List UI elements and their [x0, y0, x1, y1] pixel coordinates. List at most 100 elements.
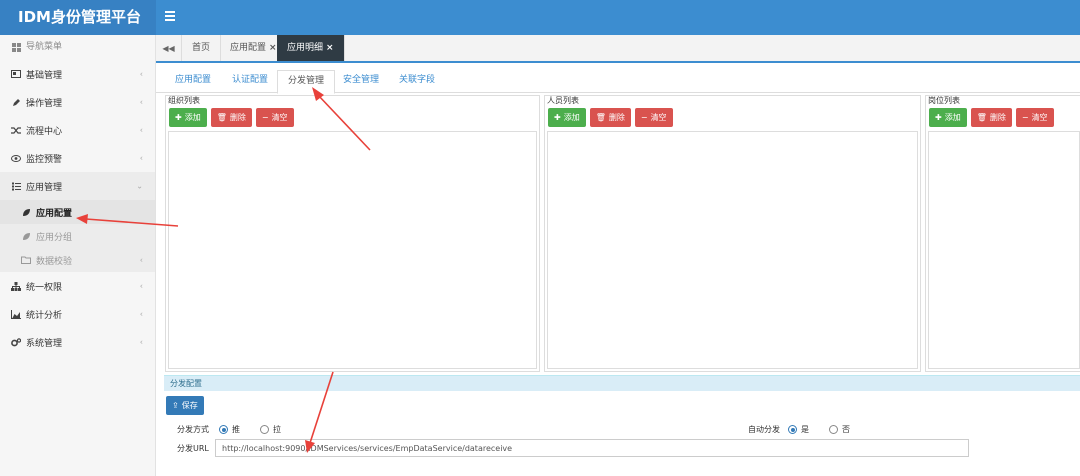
position-list-panel: 岗位列表 ✚ 添加 🗑 删除 − 清空: [925, 95, 1080, 372]
nav-header: 导航菜单: [0, 35, 155, 60]
save-button[interactable]: ⇪ 保存: [166, 396, 204, 415]
list-icon: [10, 180, 22, 192]
sidebar-item-label: 系统管理: [26, 338, 63, 349]
sidebar-subitem-app-group[interactable]: 应用分组: [0, 224, 155, 248]
sidebar-item-label: 统计分析: [26, 310, 63, 321]
add-button-label: 添加: [944, 113, 961, 122]
sidebar-item-label: 流程中心: [26, 126, 63, 137]
auto-distribution-label: 自动分发: [748, 425, 780, 434]
minus-icon: −: [640, 113, 648, 122]
user-list-panel: 人员列表 ✚ 添加 🗑 删除 − 清空: [544, 95, 921, 372]
clear-button-label: 清空: [650, 113, 667, 122]
org-list-box[interactable]: [168, 131, 537, 369]
sidebar-subitem-label: 应用分组: [36, 232, 73, 243]
distribution-url-label: 分发URL: [177, 444, 209, 453]
sidebar-item-basic[interactable]: 基础管理 ‹: [0, 60, 155, 88]
subtab-distribution[interactable]: 分发管理: [277, 70, 336, 94]
delete-button[interactable]: 🗑 删除: [210, 108, 252, 127]
sidebar-subitem-label: 应用配置: [36, 208, 73, 219]
gears-icon: [10, 336, 22, 348]
auto-yes-label: 是: [801, 425, 809, 434]
chevron-left-icon: ‹: [139, 281, 143, 291]
auto-yes-radio[interactable]: [788, 425, 797, 434]
area-chart-icon: [10, 308, 22, 320]
distribution-config-header: 分发配置: [164, 375, 1080, 391]
add-button[interactable]: ✚ 添加: [169, 108, 207, 127]
user-list-box[interactable]: [547, 131, 918, 369]
close-icon[interactable]: ×: [326, 43, 334, 53]
sidebar: 导航菜单 基础管理 ‹ 操作管理 ‹ 流程中心 ‹ 监控预警 ‹ 应用管理 ⌄ …: [0, 35, 156, 476]
shuffle-icon: [10, 124, 22, 136]
delete-button-label: 删除: [608, 113, 625, 122]
chevron-left-icon: ‹: [139, 255, 143, 265]
close-icon[interactable]: ×: [269, 43, 277, 53]
card-icon: [10, 68, 22, 80]
chevron-left-icon: ‹: [139, 309, 143, 319]
tab-label: 应用配置: [230, 43, 267, 53]
sitemap-icon: [10, 280, 22, 292]
subtab-related-fields[interactable]: 关联字段: [389, 70, 445, 93]
sidebar-item-app-management[interactable]: 应用管理 ⌄: [0, 172, 155, 200]
minus-icon: −: [261, 113, 269, 122]
trash-icon: 🗑: [216, 113, 227, 122]
sidebar-item-workflow[interactable]: 流程中心 ‹: [0, 116, 155, 144]
sidebar-item-permission[interactable]: 统一权限 ‹: [0, 272, 155, 300]
method-push-radio[interactable]: [219, 425, 228, 434]
chevron-left-icon: ‹: [139, 337, 143, 347]
sidebar-item-label: 应用管理: [26, 182, 63, 193]
chevron-left-icon: ‹: [139, 97, 143, 107]
subtab-app-config[interactable]: 应用配置: [165, 70, 221, 93]
clear-button[interactable]: − 清空: [1015, 108, 1054, 127]
sidebar-item-system[interactable]: 系统管理 ‹: [0, 328, 155, 356]
chevron-left-icon: ‹: [139, 125, 143, 135]
subtab-security[interactable]: 安全管理: [333, 70, 389, 93]
sidebar-subitem-data-check[interactable]: 数据校验 ‹: [0, 248, 155, 272]
panel-title: 组织列表: [168, 96, 200, 105]
grid-icon: [10, 42, 22, 54]
sidebar-subitem-label: 数据校验: [36, 256, 73, 267]
leaf-icon: [20, 230, 32, 242]
panel-title: 人员列表: [547, 96, 579, 105]
page-tabs-bar: ◀◀ 首页 应用配置 × 应用明细 ×: [156, 35, 1080, 63]
delete-button[interactable]: 🗑 删除: [589, 108, 631, 127]
eye-icon: [10, 152, 22, 164]
clear-button[interactable]: − 清空: [634, 108, 673, 127]
distribution-url-input[interactable]: [215, 439, 969, 457]
add-button[interactable]: ✚ 添加: [548, 108, 586, 127]
plus-icon: ✚: [175, 113, 182, 122]
panel-title: 岗位列表: [928, 96, 960, 105]
chevron-left-icon: ‹: [139, 69, 143, 79]
clear-button[interactable]: − 清空: [255, 108, 294, 127]
double-chevron-left-icon[interactable]: ◀◀: [156, 35, 182, 61]
pencil-icon: [10, 96, 22, 108]
org-list-panel: 组织列表 ✚ 添加 🗑 删除 − 清空: [165, 95, 540, 372]
subtab-auth-config[interactable]: 认证配置: [222, 70, 278, 93]
auto-no-radio[interactable]: [829, 425, 838, 434]
sidebar-item-statistics[interactable]: 统计分析 ‹: [0, 300, 155, 328]
clear-button-label: 清空: [271, 113, 288, 122]
nav-header-label: 导航菜单: [26, 42, 63, 52]
chevron-down-icon: ⌄: [136, 181, 143, 191]
method-push-label: 推: [232, 425, 240, 434]
plus-icon: ✚: [554, 113, 561, 122]
tab-app-detail[interactable]: 应用明细 ×: [277, 35, 345, 61]
sidebar-item-label: 基础管理: [26, 70, 63, 81]
minus-icon: −: [1021, 113, 1029, 122]
method-pull-radio[interactable]: [260, 425, 269, 434]
delete-button-label: 删除: [229, 113, 246, 122]
trash-icon: 🗑: [976, 113, 987, 122]
tab-label: 首页: [192, 43, 211, 53]
sidebar-subitem-app-config[interactable]: 应用配置: [0, 200, 155, 224]
folder-icon: [20, 254, 32, 266]
position-list-box[interactable]: [928, 131, 1080, 369]
tab-home[interactable]: 首页: [182, 35, 222, 61]
app-title: IDM身份管理平台: [0, 0, 156, 35]
sidebar-item-monitor[interactable]: 监控预警 ‹: [0, 144, 155, 172]
add-button[interactable]: ✚ 添加: [929, 108, 967, 127]
delete-button[interactable]: 🗑 删除: [970, 108, 1012, 127]
trash-icon: 🗑: [595, 113, 606, 122]
sidebar-item-operation[interactable]: 操作管理 ‹: [0, 88, 155, 116]
menu-toggle-icon[interactable]: [165, 11, 175, 21]
save-button-label: 保存: [181, 401, 198, 410]
detail-subtabs: 应用配置 认证配置 分发管理 安全管理 关联字段: [156, 63, 1080, 94]
